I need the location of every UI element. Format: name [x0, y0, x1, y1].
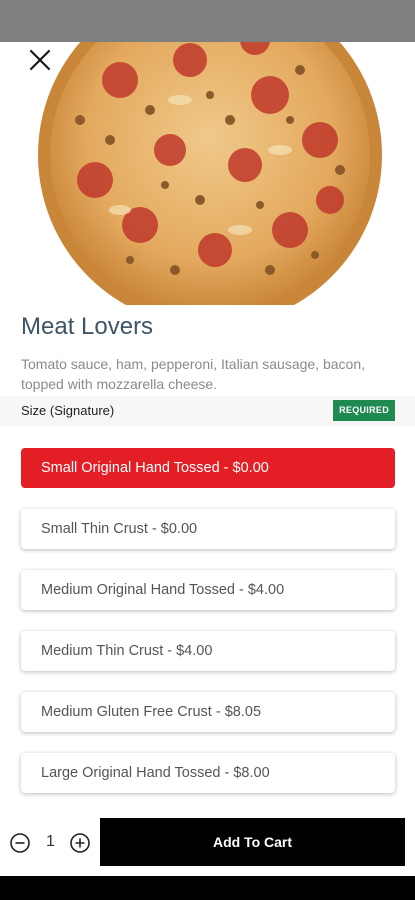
size-option-medium-original[interactable]: Medium Original Hand Tossed - $4.00 [21, 570, 395, 610]
product-title: Meat Lovers [21, 313, 154, 340]
size-section-header: Size (Signature) REQUIRED [0, 396, 415, 426]
decrement-button[interactable] [10, 833, 30, 853]
system-nav-bar [0, 876, 415, 900]
close-icon [29, 49, 51, 71]
minus-circle-icon [10, 833, 30, 853]
size-option-medium-gluten-free[interactable]: Medium Gluten Free Crust - $8.05 [21, 692, 395, 732]
quantity-value: 1 [46, 833, 55, 850]
increment-button[interactable] [70, 833, 90, 853]
size-option-small-thin[interactable]: Small Thin Crust - $0.00 [21, 509, 395, 549]
size-option-small-original[interactable]: Small Original Hand Tossed - $0.00 [21, 448, 395, 488]
size-option-label: Large Original Hand Tossed - $8.00 [41, 765, 270, 781]
plus-circle-icon [70, 833, 90, 853]
status-bar [0, 0, 415, 42]
product-description: Tomato sauce, ham, pepperoni, Italian sa… [21, 356, 365, 392]
size-option-large-original[interactable]: Large Original Hand Tossed - $8.00 [21, 753, 395, 793]
product-image [0, 0, 415, 305]
size-option-label: Small Original Hand Tossed - $0.00 [41, 460, 269, 476]
close-button[interactable] [27, 47, 53, 73]
add-to-cart-button[interactable]: Add To Cart [100, 818, 405, 866]
pizza-image [38, 0, 382, 305]
size-option-medium-thin[interactable]: Medium Thin Crust - $4.00 [21, 631, 395, 671]
size-option-label: Small Thin Crust - $0.00 [41, 521, 198, 537]
size-option-label: Medium Gluten Free Crust - $8.05 [41, 704, 262, 720]
required-badge: REQUIRED [333, 400, 395, 421]
size-option-label: Medium Thin Crust - $4.00 [41, 643, 213, 659]
size-option-label: Medium Original Hand Tossed - $4.00 [41, 582, 285, 598]
size-section-label: Size (Signature) [21, 403, 115, 418]
cart-footer: 1 Add To Cart [0, 812, 415, 874]
